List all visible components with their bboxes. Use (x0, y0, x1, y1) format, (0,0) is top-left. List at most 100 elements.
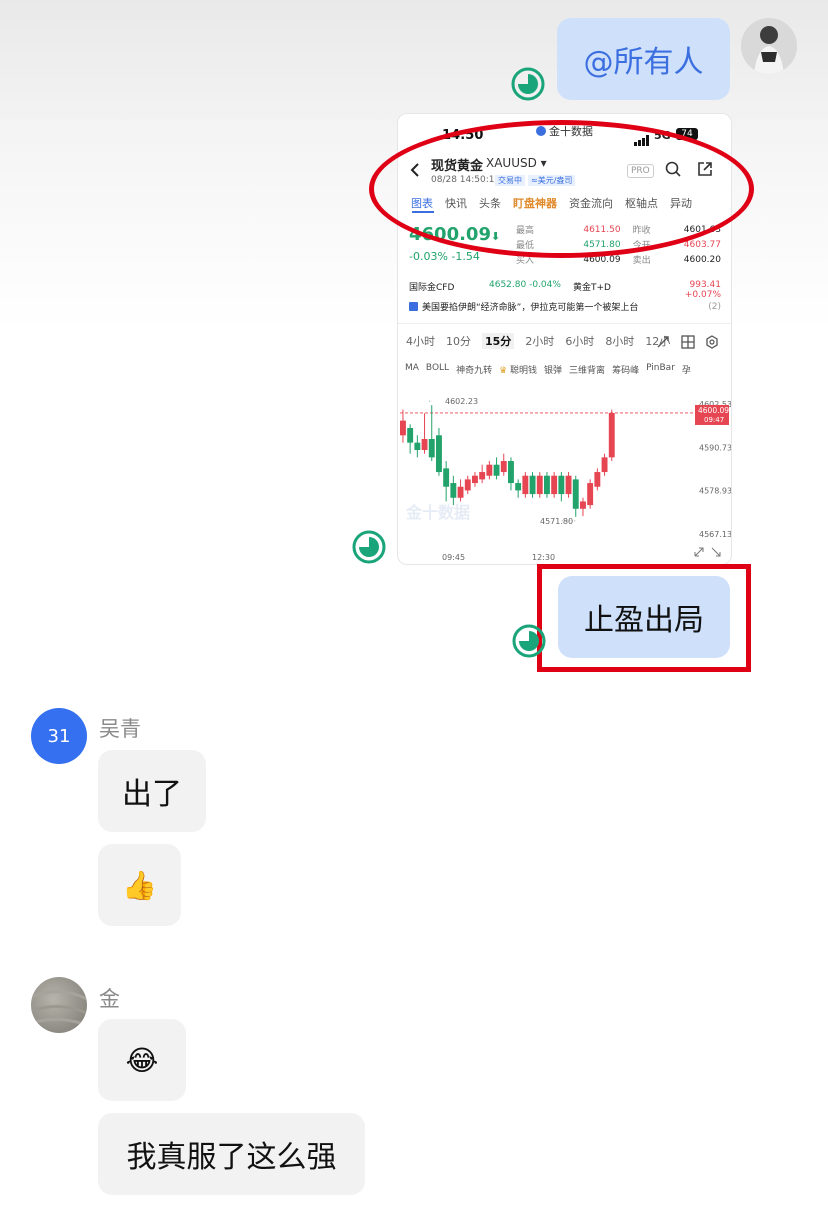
avatar[interactable] (31, 977, 87, 1033)
period-2h[interactable]: 2小时 (525, 333, 554, 349)
candle-body (500, 461, 507, 473)
candle-body (608, 412, 615, 458)
y-tick-label: 4590.73 (699, 443, 731, 452)
message-text: @所有人 (583, 45, 704, 80)
sender-name: 吴青 (99, 717, 141, 741)
candle-body (428, 438, 435, 458)
candle-body (551, 475, 558, 495)
read-status-icon (511, 67, 545, 101)
candle-body (486, 464, 493, 476)
message-text: 我真服了这么强 (126, 1140, 337, 1175)
high-label: 4602.23 (445, 397, 478, 406)
settings-icon[interactable] (705, 334, 719, 353)
divider (398, 323, 731, 324)
indicator-td[interactable]: 神奇九转 (456, 363, 492, 376)
candle-body (493, 464, 500, 476)
x-tick-label: 12:30 (532, 553, 555, 562)
indicator-smart-money[interactable]: ♛ 聪明钱 (499, 363, 537, 376)
message-bubble-other[interactable]: 出了 (98, 750, 206, 832)
price-change: -0.03% -1.54 (409, 250, 480, 263)
candle-body (421, 438, 428, 451)
indicator-bar: MA BOLL 神奇九转 ♛ 聪明钱 银弹 三维背离 筹码峰 PinBar 孕 (405, 363, 691, 376)
period-bar: 4小时 10分 15分 2小时 6小时 8小时 12小 (406, 333, 670, 349)
candle-body (587, 483, 594, 506)
avatar-image (741, 18, 797, 74)
news-count: (2) (708, 301, 721, 312)
draw-tool-icon[interactable] (656, 334, 670, 353)
candle-body (479, 472, 486, 480)
period-8h[interactable]: 8小时 (605, 333, 634, 349)
indicator-silver-bullet[interactable]: 银弹 (544, 363, 562, 376)
news-row[interactable]: 美国要掐伊朗“经济命脉”，伊拉克可能第一个被架上台 (2) (409, 300, 721, 313)
related-value: 993.41 +0.07% (684, 280, 721, 300)
period-6h[interactable]: 6小时 (565, 333, 594, 349)
period-4h[interactable]: 4小时 (406, 333, 435, 349)
indicator-label: 聪明钱 (510, 366, 538, 376)
sender-name: 金 (99, 987, 120, 1011)
candle-body (472, 475, 478, 484)
news-icon (409, 302, 418, 311)
avatar-text: 31 (47, 725, 71, 747)
candle-body (580, 501, 586, 509)
candle-body (450, 483, 457, 498)
chart-canvas: 金十数据4602.534590.734578.934567.134600.090… (400, 397, 731, 562)
candlestick-chart[interactable]: 金十数据 4602.53 4590.73 4578.93 4567.13 4600.09 0… (398, 384, 731, 564)
candle-body (522, 475, 529, 495)
stat-label: 卖出 (632, 256, 651, 266)
thumbs-up-icon: 👍 (122, 868, 157, 902)
expand-icon (694, 547, 721, 557)
message-bubble-other[interactable]: 😂 (98, 1019, 186, 1101)
indicator-ma[interactable]: MA (405, 363, 419, 376)
read-status-icon (352, 530, 386, 564)
message-bubble-self[interactable]: 止盈出局 (558, 576, 730, 658)
candle-body (515, 483, 522, 491)
candle-body (414, 442, 421, 451)
low-label: 4571.80 (540, 517, 573, 526)
candle-body (558, 475, 565, 495)
message-text: 止盈出局 (584, 603, 704, 638)
candle-body (508, 461, 514, 484)
annotation-ellipse (369, 120, 754, 258)
candle-body (601, 457, 608, 473)
candle-body (565, 475, 572, 495)
candle-body (594, 472, 601, 487)
candle-body (407, 427, 414, 443)
message-bubble-other[interactable]: 👍 (98, 844, 181, 926)
crown-icon: ♛ (499, 366, 511, 376)
period-15m[interactable]: 15分 (482, 333, 515, 349)
candle-body (464, 479, 471, 491)
candle-body (457, 486, 464, 498)
related-value: 4652.80 -0.04% (489, 280, 561, 290)
candle-body (536, 475, 543, 495)
indicator-pinbar[interactable]: PinBar (646, 363, 675, 376)
indicator-boll[interactable]: BOLL (426, 363, 449, 376)
related-name[interactable]: 黄金T+D (573, 280, 657, 300)
period-10m[interactable]: 10分 (446, 333, 471, 349)
candle-body (400, 420, 406, 436)
x-tick-label: 09:45 (442, 553, 465, 562)
indicator-divergence[interactable]: 三维背离 (569, 363, 605, 376)
grid-icon[interactable] (681, 334, 695, 353)
self-avatar[interactable] (741, 18, 797, 74)
candle-body (436, 435, 442, 473)
message-bubble-other[interactable]: 我真服了这么强 (98, 1113, 365, 1195)
avatar[interactable]: 31 (31, 708, 87, 764)
stat-value: 4600.20 (683, 254, 721, 265)
message-text: 出了 (122, 777, 182, 812)
news-headline: 美国要掐伊朗“经济命脉”，伊拉克可能第一个被架上台 (422, 303, 639, 313)
y-tick-label: 4578.93 (699, 487, 731, 496)
chart-watermark: 金十数据 (405, 503, 470, 522)
related-name[interactable]: 国际金CFD (409, 280, 489, 300)
candle-body (544, 475, 550, 495)
candle-body (572, 479, 579, 509)
y-tick-label: 4567.13 (699, 530, 731, 539)
laughing-emoji-icon: 😂 (125, 1043, 159, 1077)
related-row: 国际金CFD 4652.80 -0.04% 黄金T+D 993.41 +0.07… (409, 280, 721, 300)
candle-body (443, 468, 450, 487)
read-status-icon (512, 624, 546, 658)
candle-body (529, 475, 536, 495)
indicator-more[interactable]: 孕 (682, 363, 691, 376)
message-bubble-self[interactable]: @所有人 (557, 18, 730, 100)
countdown-label: 09:47 (704, 416, 724, 424)
indicator-chip-peak[interactable]: 筹码峰 (612, 363, 639, 376)
